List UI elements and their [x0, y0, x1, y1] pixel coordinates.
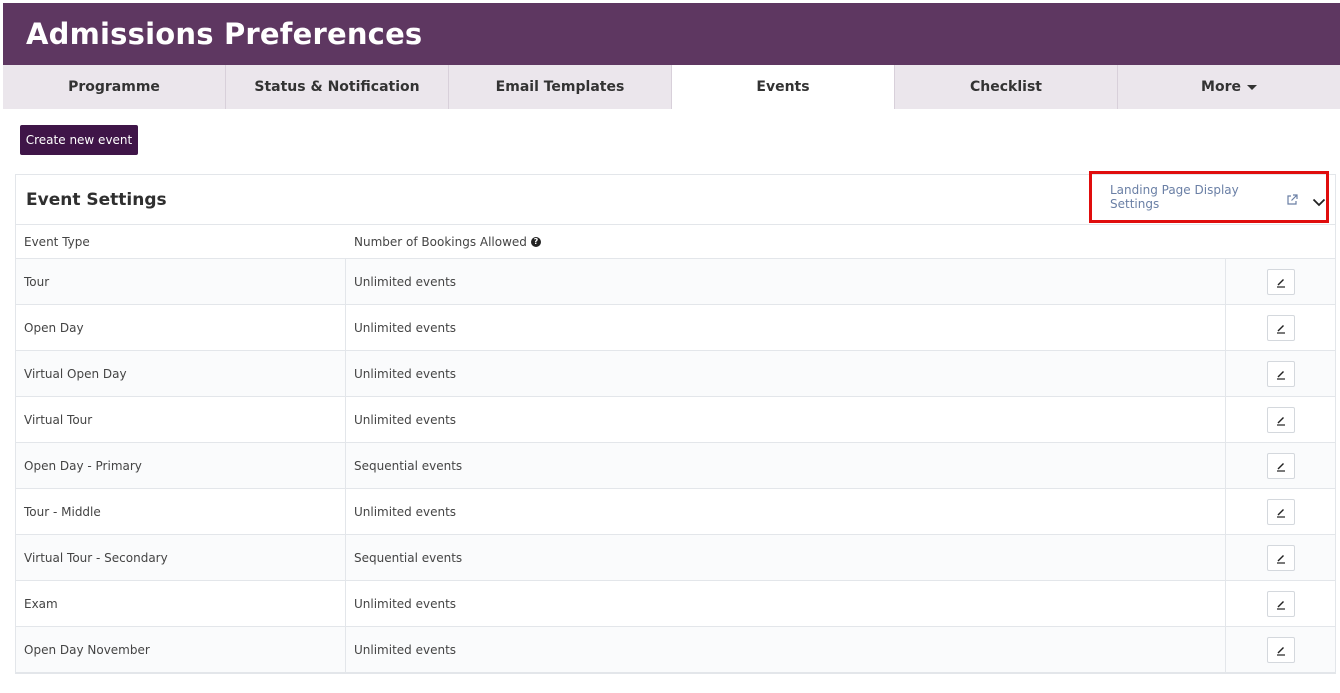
pencil-icon	[1276, 370, 1285, 380]
column-header-bookings-label: Number of Bookings Allowed	[354, 234, 527, 249]
bookings-cell: Unlimited events	[346, 305, 1226, 350]
bookings-cell: Unlimited events	[346, 351, 1226, 396]
create-new-event-button[interactable]: Create new event	[20, 125, 138, 155]
pencil-icon	[1276, 324, 1285, 334]
bookings-cell: Unlimited events	[346, 627, 1226, 672]
column-header-event-type: Event Type	[24, 234, 90, 249]
edit-button[interactable]	[1266, 406, 1295, 433]
pencil-icon	[1276, 416, 1285, 426]
tab-email-templates[interactable]: Email Templates	[449, 65, 672, 109]
event-type-cell: Tour - Middle	[16, 489, 346, 534]
edit-button[interactable]	[1266, 314, 1295, 341]
event-settings-header: Event Settings Landing Page Display Sett…	[16, 171, 1335, 225]
landing-page-display-settings-link[interactable]: Landing Page Display Settings	[1110, 183, 1281, 211]
event-settings-panel: Event Settings Landing Page Display Sett…	[15, 171, 1336, 674]
table-row: Tour - Middle Unlimited events	[16, 489, 1335, 535]
bookings-cell: Unlimited events	[346, 581, 1226, 626]
pencil-icon	[1276, 508, 1285, 518]
tab-more[interactable]: More	[1118, 65, 1340, 109]
tab-bar: Programme Status & Notification Email Te…	[3, 65, 1340, 109]
table-header: Event Type Number of Bookings Allowed ?	[16, 225, 1335, 259]
pencil-icon	[1276, 462, 1285, 472]
caret-down-icon	[1246, 84, 1257, 90]
landing-page-settings-highlight: Landing Page Display Settings	[1089, 171, 1329, 223]
edit-button[interactable]	[1266, 544, 1295, 571]
bookings-cell: Unlimited events	[346, 397, 1226, 442]
tab-label: More	[1201, 79, 1241, 95]
tab-checklist[interactable]: Checklist	[895, 65, 1118, 109]
table-row: Open Day - Primary Sequential events	[16, 443, 1335, 489]
table-row: Virtual Tour - Secondary Sequential event…	[16, 535, 1335, 581]
tab-programme[interactable]: Programme	[3, 65, 226, 109]
actions-cell	[1226, 351, 1335, 396]
event-type-cell: Virtual Open Day	[16, 351, 346, 396]
actions-cell	[1226, 489, 1335, 534]
column-header-bookings: Number of Bookings Allowed ?	[346, 235, 541, 249]
event-type-cell: Open Day - Primary	[16, 443, 346, 488]
tab-label: Status & Notification	[254, 79, 420, 95]
pencil-icon	[1276, 554, 1285, 564]
event-type-cell: Tour	[16, 259, 346, 304]
tab-events[interactable]: Events	[672, 65, 895, 109]
pencil-icon	[1276, 278, 1285, 288]
event-type-cell: Virtual Tour - Secondary	[16, 535, 346, 580]
event-type-cell: Open Day November	[16, 627, 346, 672]
tab-label: Email Templates	[495, 79, 625, 95]
actions-cell	[1226, 535, 1335, 580]
table-row: Open Day November Unlimited events	[16, 627, 1335, 673]
edit-button[interactable]	[1266, 452, 1295, 479]
edit-button[interactable]	[1266, 268, 1295, 295]
table-row: Exam Unlimited events	[16, 581, 1335, 627]
event-table-body: Tour Unlimited events Open Day Unlimited ev…	[16, 259, 1335, 673]
actions-cell	[1226, 443, 1335, 488]
event-type-cell: Exam	[16, 581, 346, 626]
event-type-cell: Open Day	[16, 305, 346, 350]
edit-button[interactable]	[1266, 498, 1295, 525]
actions-cell	[1226, 305, 1335, 350]
bookings-cell: Sequential events	[346, 535, 1226, 580]
page-header: Admissions Preferences	[3, 3, 1340, 65]
page-title: Admissions Preferences	[26, 17, 423, 51]
edit-button[interactable]	[1266, 360, 1295, 387]
tab-label: Checklist	[970, 79, 1042, 95]
table-row: Virtual Open Day Unlimited events	[16, 351, 1335, 397]
table-row: Tour Unlimited events	[16, 259, 1335, 305]
pencil-icon	[1276, 646, 1285, 656]
tab-label: Events	[756, 79, 810, 95]
bookings-cell: Sequential events	[346, 443, 1226, 488]
question-circle-icon[interactable]: ?	[530, 236, 541, 247]
tab-status-notification[interactable]: Status & Notification	[226, 65, 449, 109]
edit-button[interactable]	[1266, 636, 1295, 663]
external-link-icon	[1286, 191, 1298, 205]
event-type-cell: Virtual Tour	[16, 397, 346, 442]
actions-cell	[1226, 397, 1335, 442]
actions-cell	[1226, 581, 1335, 626]
actions-cell	[1226, 259, 1335, 304]
bookings-cell: Unlimited events	[346, 259, 1226, 304]
tab-label: Programme	[68, 79, 160, 95]
actions-cell	[1226, 627, 1335, 672]
table-row: Virtual Tour Unlimited events	[16, 397, 1335, 443]
table-row: Open Day Unlimited events	[16, 305, 1335, 351]
bookings-cell: Unlimited events	[346, 489, 1226, 534]
event-settings-title: Event Settings	[26, 189, 167, 210]
pencil-icon	[1276, 600, 1285, 610]
chevron-down-icon[interactable]	[1312, 192, 1326, 207]
edit-button[interactable]	[1266, 590, 1295, 617]
